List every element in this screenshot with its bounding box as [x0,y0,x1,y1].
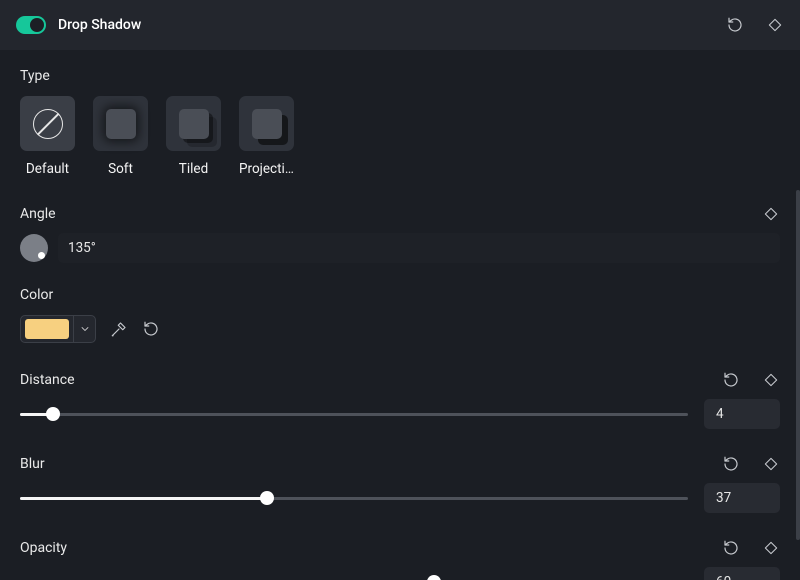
angle-dial[interactable] [20,234,48,262]
opacity-slider[interactable] [20,572,688,580]
angle-input[interactable]: 135° [58,233,780,263]
type-options: Default Soft Tiled Projection [20,96,780,177]
angle-row: 135° [20,233,780,263]
slider-thumb[interactable] [46,407,60,421]
type-thumb-default [20,96,75,151]
scrollbar[interactable] [796,190,800,540]
none-icon [33,109,63,139]
keyframe-icon[interactable] [766,16,784,34]
panel-body: Type Default Soft Tiled Projection [0,50,800,580]
color-row [20,315,780,343]
reset-icon[interactable] [142,320,160,338]
opacity-label: Opacity [20,540,67,556]
color-swatch-button[interactable] [20,315,96,343]
type-option-label: Tiled [179,161,208,177]
enable-toggle[interactable] [16,16,46,34]
type-thumb-projection [239,96,294,151]
reset-icon[interactable] [726,16,744,34]
toggle-knob [30,18,44,32]
type-thumb-tiled [166,96,221,151]
angle-value: 135° [68,240,96,256]
type-option-label: Default [26,161,69,177]
type-option-default[interactable]: Default [20,96,75,177]
header-actions [726,16,784,34]
keyframe-icon[interactable] [762,205,780,223]
blur-label: Blur [20,456,45,472]
angle-indicator [38,252,45,259]
angle-header: Angle [20,205,780,223]
reset-icon[interactable] [722,371,740,389]
type-label: Type [20,68,780,84]
slider-fill [20,497,267,500]
slider-thumb[interactable] [427,575,441,580]
type-option-soft[interactable]: Soft [93,96,148,177]
distance-value-input[interactable]: 4 [704,399,780,429]
keyframe-icon[interactable] [762,371,780,389]
opacity-group: Opacity 60 [20,539,780,580]
chevron-down-icon[interactable] [73,316,95,342]
type-option-label: Soft [108,161,133,177]
opacity-value-input[interactable]: 60 [704,567,780,580]
blur-value-input[interactable]: 37 [704,483,780,513]
distance-group: Distance 4 [20,371,780,429]
angle-label: Angle [20,206,56,222]
panel-title: Drop Shadow [58,17,726,33]
reset-icon[interactable] [722,539,740,557]
slider-thumb[interactable] [260,491,274,505]
reset-icon[interactable] [722,455,740,473]
blur-slider[interactable] [20,488,688,508]
distance-slider[interactable] [20,404,688,424]
panel-header: Drop Shadow [0,0,800,50]
blur-group: Blur 37 [20,455,780,513]
color-label: Color [20,287,780,303]
keyframe-icon[interactable] [762,455,780,473]
type-option-projection[interactable]: Projection [239,96,294,177]
distance-label: Distance [20,372,75,388]
type-option-label: Projection [239,161,294,177]
type-thumb-soft [93,96,148,151]
type-option-tiled[interactable]: Tiled [166,96,221,177]
eyedropper-icon[interactable] [110,320,128,338]
color-swatch [25,319,69,339]
keyframe-icon[interactable] [762,539,780,557]
